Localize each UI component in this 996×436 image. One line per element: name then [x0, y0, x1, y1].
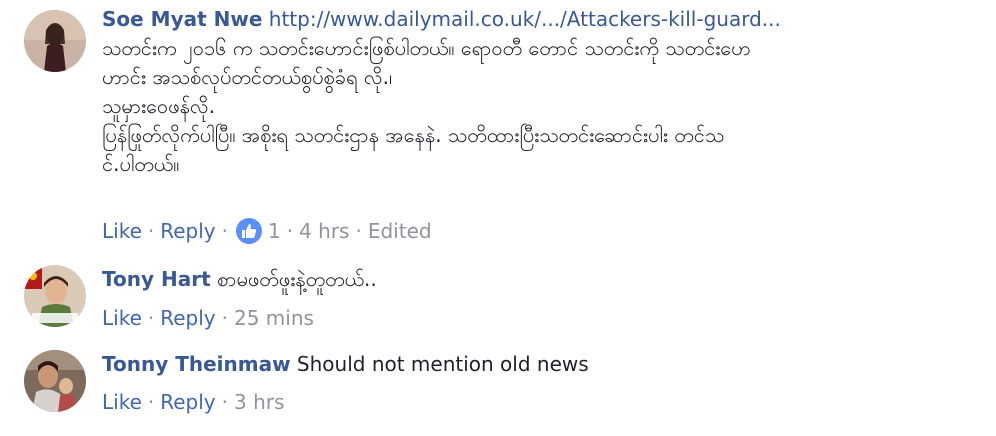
avatar[interactable] [24, 265, 86, 327]
comment-text: Should not mention old news [296, 352, 589, 376]
separator: · [286, 219, 294, 243]
author-name[interactable]: Tonny Theinmaw [102, 352, 291, 376]
separator: · [221, 219, 228, 243]
comment-text-line: ပြန်ဖြုတ်လိုက်ပါပြီ။ အစိုးရ သတင်းဌာန အနေ… [102, 123, 725, 147]
article-link[interactable]: http://www.dailymail.co.uk/.../Attackers… [269, 7, 781, 31]
edited-label[interactable]: Edited [368, 219, 432, 243]
separator: · [147, 390, 155, 414]
comment-text-line: သူမှားဝေဖန်လို. [102, 94, 216, 118]
comment-text: စာမဖတ်ဖူးနဲ့တူတယ်.. [216, 267, 377, 291]
like-button[interactable]: Like [102, 390, 142, 414]
comment-text-line: င်.ပါတယ်။ [102, 152, 180, 176]
comment-body: Tony Hart စာမဖတ်ဖူးနဲ့တူတယ်.. [102, 265, 972, 294]
timestamp[interactable]: 25 mins [234, 306, 314, 330]
like-reaction-icon[interactable] [235, 218, 262, 244]
comment-text-line: ဟာင်း အသစ်လုပ်တင်တယ်စွပ်စွဲခံရ လို.၊ [102, 65, 393, 89]
timestamp[interactable]: 3 hrs [234, 390, 284, 414]
comment-actions: Like · Reply · 25 mins [102, 304, 314, 332]
comment-text-line: သတင်းက ၂၀၁၆ က သတင်းဟောင်းဖြစ်ပါတယ်။ ရောဝ… [102, 36, 751, 60]
separator: · [147, 219, 155, 243]
comment-actions: Like · Reply · 1 · 4 hrs · Edited [102, 217, 432, 245]
reply-button[interactable]: Reply [160, 306, 215, 330]
comment-header: Soe Myat Nwe http://www.dailymail.co.uk/… [102, 5, 972, 34]
separator: · [355, 219, 362, 243]
comment-actions: Like · Reply · 3 hrs [102, 388, 284, 416]
separator: · [221, 390, 228, 414]
author-name[interactable]: Tony Hart [102, 267, 211, 291]
reply-button[interactable]: Reply [160, 390, 215, 414]
author-name[interactable]: Soe Myat Nwe [102, 7, 262, 31]
like-button[interactable]: Like [102, 219, 142, 243]
avatar[interactable] [24, 350, 86, 412]
separator: · [221, 306, 228, 330]
timestamp[interactable]: 4 hrs [299, 219, 349, 243]
avatar[interactable] [24, 10, 86, 72]
separator: · [147, 306, 155, 330]
like-button[interactable]: Like [102, 306, 142, 330]
reaction-count[interactable]: 1 [268, 219, 281, 243]
comment-body: Tonny Theinmaw Should not mention old ne… [102, 350, 972, 379]
reply-button[interactable]: Reply [160, 219, 215, 243]
